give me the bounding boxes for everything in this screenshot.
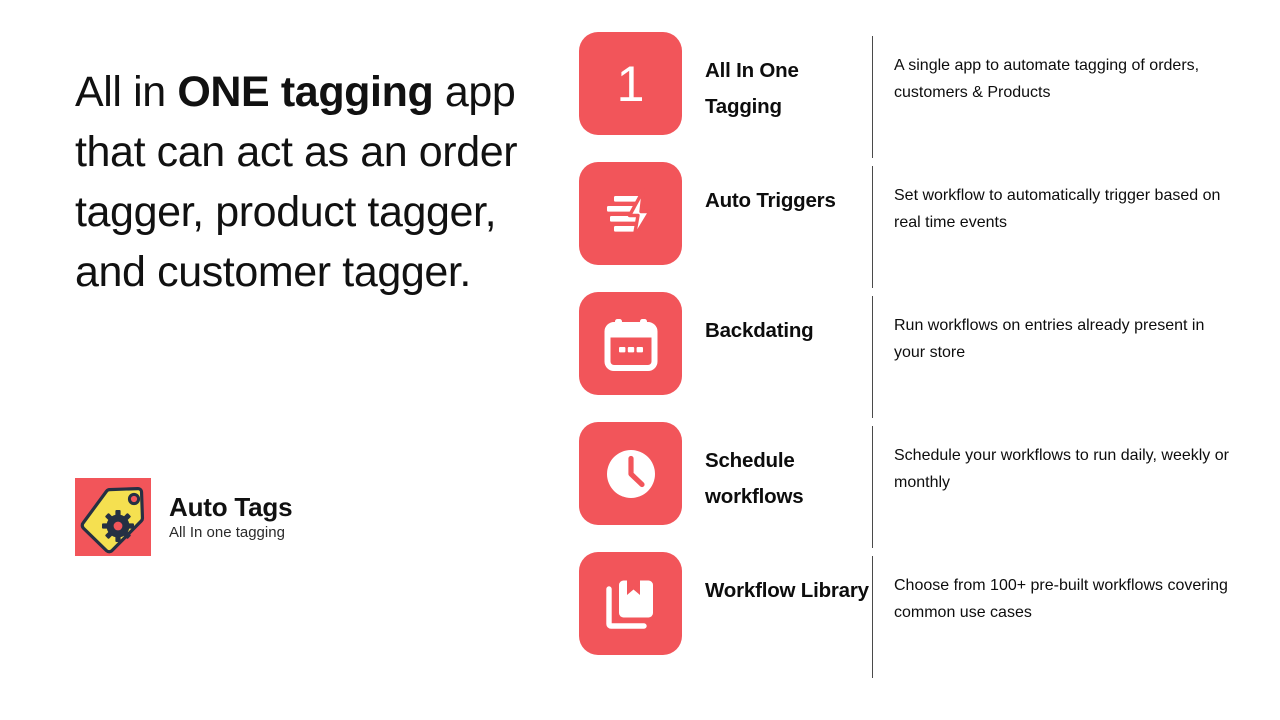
feature-icon-tile — [579, 292, 682, 395]
feature-title: All In One Tagging — [705, 59, 799, 118]
slide-root: All in ONE tagging app that can act as a… — [0, 0, 1280, 720]
feature-icon-tile — [579, 552, 682, 655]
feature-divider — [872, 36, 873, 158]
brand-lockup: Auto Tags All In one tagging — [75, 478, 293, 556]
feature-title: Workflow Library — [705, 579, 869, 602]
feature-title: Backdating — [705, 319, 814, 342]
feature-item-auto-triggers[interactable]: Auto Triggers Set workflow to automatica… — [579, 162, 1239, 292]
feature-title: Auto Triggers — [705, 189, 836, 212]
book-library-icon — [605, 580, 653, 629]
feature-divider — [872, 556, 873, 678]
calendar-icon — [604, 318, 657, 371]
brand-logo-tile — [75, 478, 151, 556]
number-one-icon: 1 — [616, 55, 645, 112]
feature-item-schedule-workflows[interactable]: Schedule workflows Schedule your workflo… — [579, 422, 1239, 552]
feature-item-all-in-one-tagging[interactable]: 1 All In One Tagging A single app to aut… — [579, 32, 1239, 162]
feature-description: A single app to automate tagging of orde… — [894, 57, 1200, 101]
feature-list: 1 All In One Tagging A single app to aut… — [579, 32, 1239, 682]
feature-icon-tile — [579, 162, 682, 265]
feature-icon-tile: 1 — [579, 32, 682, 135]
feature-divider — [872, 296, 873, 418]
feature-description: Schedule your workflows to run daily, we… — [894, 447, 1229, 491]
feature-description: Set workflow to automatically trigger ba… — [894, 187, 1221, 231]
feature-divider — [872, 166, 873, 288]
feature-item-backdating[interactable]: Backdating Run workflows on entries alre… — [579, 292, 1239, 422]
feature-item-workflow-library[interactable]: Workflow Library Choose from 100+ pre-bu… — [579, 552, 1239, 682]
brand-text: Auto Tags All In one tagging — [169, 491, 293, 543]
hero-section: All in ONE tagging app that can act as a… — [75, 62, 545, 302]
clock-icon — [606, 449, 655, 498]
brand-name: Auto Tags — [169, 491, 293, 522]
feature-divider — [872, 426, 873, 548]
page-title: All in ONE tagging app that can act as a… — [75, 62, 545, 302]
feature-description: Choose from 100+ pre-built workflows cov… — [894, 577, 1228, 621]
headline-emphasis: ONE tagging — [177, 68, 434, 116]
brand-tagline: All In one tagging — [169, 523, 285, 541]
feature-description: Run workflows on entries already present… — [894, 317, 1205, 361]
headline-prefix: All in — [75, 68, 178, 116]
feature-icon-tile — [579, 422, 682, 525]
lightning-lines-icon — [606, 187, 652, 240]
price-tag-gear-icon — [80, 487, 145, 554]
feature-title: Schedule workflows — [705, 449, 804, 508]
